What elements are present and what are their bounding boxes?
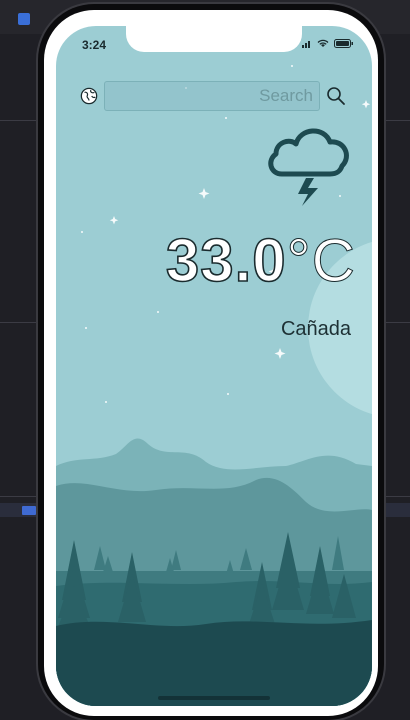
debug-icon: [22, 506, 36, 515]
temperature-display: 33.0°C: [136, 226, 356, 296]
search-icon[interactable]: [326, 86, 346, 106]
home-indicator[interactable]: [158, 696, 270, 700]
status-indicators: [302, 39, 354, 48]
search-input[interactable]: [105, 82, 319, 110]
app-screen: 3:24 33.0°C Cañada: [56, 26, 372, 706]
temperature-unit: °C: [286, 227, 356, 295]
search-field[interactable]: [104, 81, 320, 111]
scheme-icon: [18, 13, 30, 25]
globe-icon[interactable]: [80, 87, 98, 105]
wifi-icon: [317, 39, 329, 47]
cellular-signal-icon: [302, 40, 310, 48]
city-name: Cañada: [280, 318, 351, 340]
thunderstorm-cloud-icon: [268, 128, 349, 206]
temperature-value: 33.0: [165, 226, 287, 295]
device-notch: [126, 26, 302, 52]
status-time: 3:24: [82, 38, 107, 52]
battery-icon: [334, 39, 353, 48]
